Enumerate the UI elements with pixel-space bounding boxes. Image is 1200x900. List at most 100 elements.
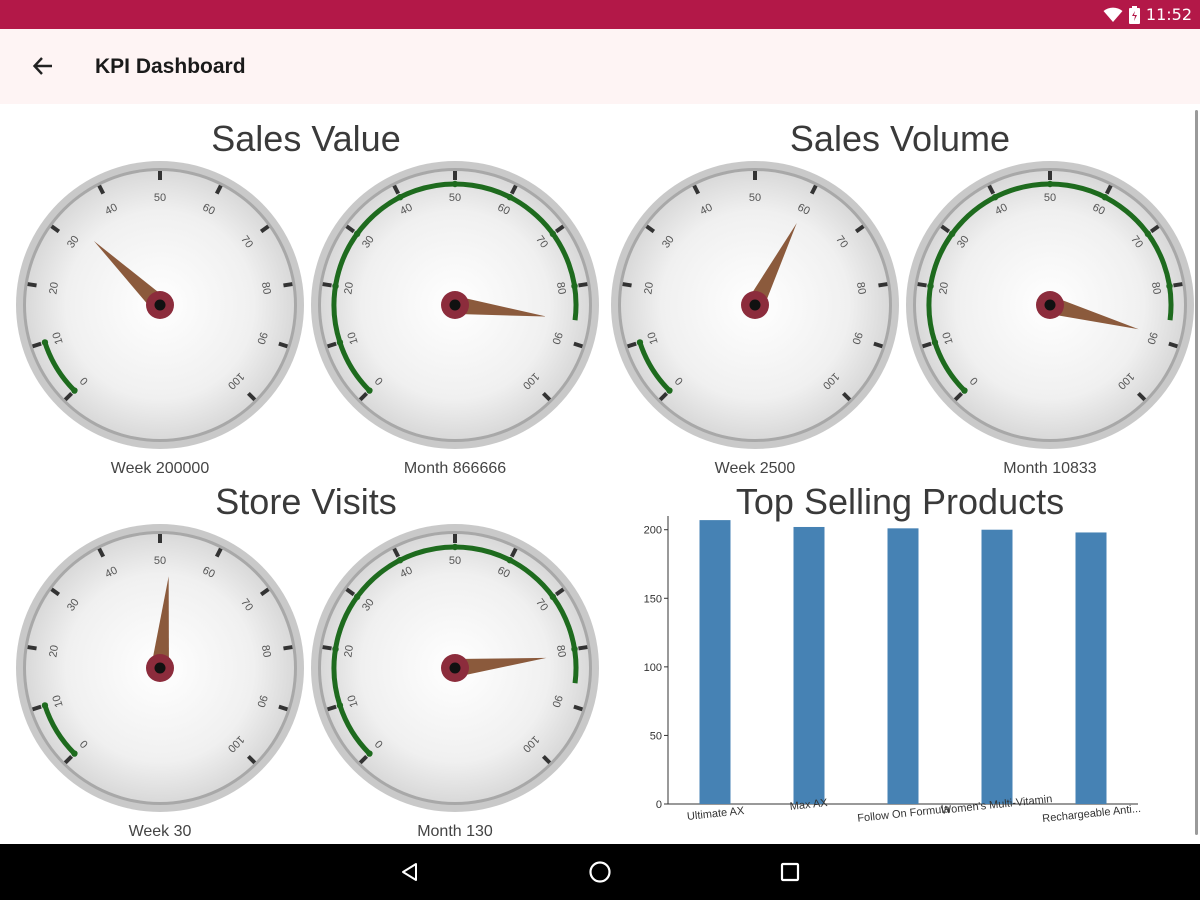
nav-bar (0, 844, 1200, 900)
gauge-range-dot (396, 193, 404, 201)
y-tick-label: 100 (644, 662, 662, 674)
top-selling-chart: 050100150200Ultimate AX Max AX Follow On F… (644, 516, 1142, 825)
gauge-tick-label: 20 (47, 644, 61, 658)
gauge-hub-center (749, 299, 761, 311)
gauge-range-dot (506, 556, 514, 564)
gauge-range-dot (961, 387, 968, 394)
gauge-tick (1168, 341, 1179, 349)
gauge-label: Month 10833 (1003, 460, 1097, 477)
gauge-range-dot (549, 593, 557, 601)
gauge-range-dot (506, 193, 514, 201)
gauge-label: Week 200000 (110, 460, 210, 477)
gauge-tick-label: 50 (154, 555, 166, 567)
gauge-dial: 0102030405060708090100 (16, 524, 304, 812)
nav-back-button[interactable] (394, 856, 426, 888)
nav-home-button[interactable] (584, 856, 616, 888)
x-tick-label: Rechargeable Anti... (1042, 803, 1142, 825)
gauge-tick-label: 80 (854, 281, 868, 295)
section-title-sales-value: Sales Value (211, 118, 401, 159)
gauge-range-dot (549, 230, 557, 238)
gauge-tick (278, 704, 289, 712)
gauge-sales-volume-week: 0 10 20 30 40 50 60 70 80 90 100 Week 2500 (610, 160, 900, 490)
gauge-range-dot (396, 556, 404, 564)
gauge-store-visits-week: 0 10 20 30 40 50 60 70 80 90 100 Week 30 (15, 523, 305, 853)
x-tick-label: Follow On Formula (857, 803, 952, 825)
gauge-hub-center (154, 662, 166, 674)
gauge-range-dot (41, 339, 49, 346)
gauge-tick (322, 282, 332, 288)
gauge-label: Week 30 (128, 823, 192, 840)
back-button[interactable] (24, 47, 62, 85)
gauge-hub-center (449, 662, 461, 674)
gauge-tick (27, 282, 37, 288)
gauge-range-dot (451, 180, 459, 188)
gauge-range-dot (1101, 193, 1109, 201)
gauge-tick-label: 20 (642, 281, 656, 295)
gauge-tick-label: 50 (749, 192, 761, 204)
gauge-tick-label: 50 (449, 555, 461, 567)
gauge-range-dot (332, 282, 339, 290)
gauge-range-dot (71, 387, 78, 394)
nav-recents-button[interactable] (774, 856, 806, 888)
gauge-tick (917, 282, 927, 288)
gauge-range-dot (336, 702, 344, 709)
gauge-tick (27, 645, 37, 651)
bar (981, 529, 1013, 804)
section-title-sales-volume: Sales Volume (789, 118, 1011, 159)
gauge-tick-label: 20 (342, 644, 356, 658)
gauge-range-dot (666, 387, 673, 394)
recents-square-icon (780, 862, 800, 882)
gauge-tick (626, 341, 637, 349)
gauge-hub-center (154, 299, 166, 311)
y-tick-label: 50 (650, 730, 662, 742)
app-bar: KPI Dashboard (0, 29, 1200, 104)
gauge-tick-label: 50 (154, 192, 166, 204)
y-tick-label: 0 (656, 799, 662, 811)
gauge-range-dot (71, 750, 78, 757)
gauge-tick-label: 50 (1044, 192, 1056, 204)
gauge-range-dot (991, 193, 999, 201)
gauge-tick (326, 704, 337, 712)
page-title: KPI Dashboard (95, 55, 246, 78)
gauge-range-dot (571, 645, 578, 653)
gauge-tick (326, 341, 337, 349)
gauge-range-dot (353, 230, 361, 238)
wifi-icon (1103, 7, 1123, 22)
gauge-tick (322, 645, 332, 651)
back-triangle-icon (402, 863, 417, 881)
status-icons: 11:52 (1103, 4, 1192, 25)
gauge-sales-value-month: 0 10 20 30 40 50 60 70 80 90 100 Month 866666 (310, 160, 600, 490)
gauge-tick (283, 282, 293, 288)
gauge-range-dot (451, 543, 459, 551)
gauge-tick-label: 80 (554, 644, 568, 658)
bar (793, 526, 825, 804)
gauge-sales-value-week: 0 10 20 30 40 50 60 70 80 90 100 Week 200000 (15, 160, 305, 490)
gauge-dial: 0102030405060708090100 (906, 161, 1194, 449)
gauge-range-dot (948, 230, 956, 238)
y-tick-label: 200 (644, 525, 662, 537)
dashboard-content: Sales Value Sales Volume Store Visits To… (0, 104, 1200, 844)
gauge-range-dot (336, 339, 344, 346)
gauge-tick (878, 282, 888, 288)
gauge-store-visits-month: 0 10 20 30 40 50 60 70 80 90 100 Month 130 (310, 523, 600, 853)
gauge-tick-label: 20 (937, 281, 951, 295)
gauge-tick (31, 341, 42, 349)
battery-icon (1128, 5, 1140, 24)
gauge-label: Month 130 (417, 823, 493, 840)
gauge-dial: 0102030405060708090100 (16, 161, 304, 449)
gauge-tick-label: 20 (342, 281, 356, 295)
gauge-range-dot (636, 339, 644, 346)
gauge-range-dot (366, 387, 373, 394)
arrow-left-icon (32, 57, 52, 75)
gauge-range-dot (1166, 282, 1173, 290)
scrollbar[interactable] (1195, 110, 1198, 835)
bar (699, 520, 731, 804)
gauge-dial: 0102030405060708090100 (311, 161, 599, 449)
gauge-tick (622, 282, 632, 288)
gauge-tick (573, 341, 584, 349)
gauge-hub-center (449, 299, 461, 311)
x-tick-label: Ultimate AX (686, 805, 745, 823)
gauge-tick-label: 80 (259, 281, 273, 295)
bar (887, 528, 919, 804)
gauge-range-dot (927, 282, 934, 290)
